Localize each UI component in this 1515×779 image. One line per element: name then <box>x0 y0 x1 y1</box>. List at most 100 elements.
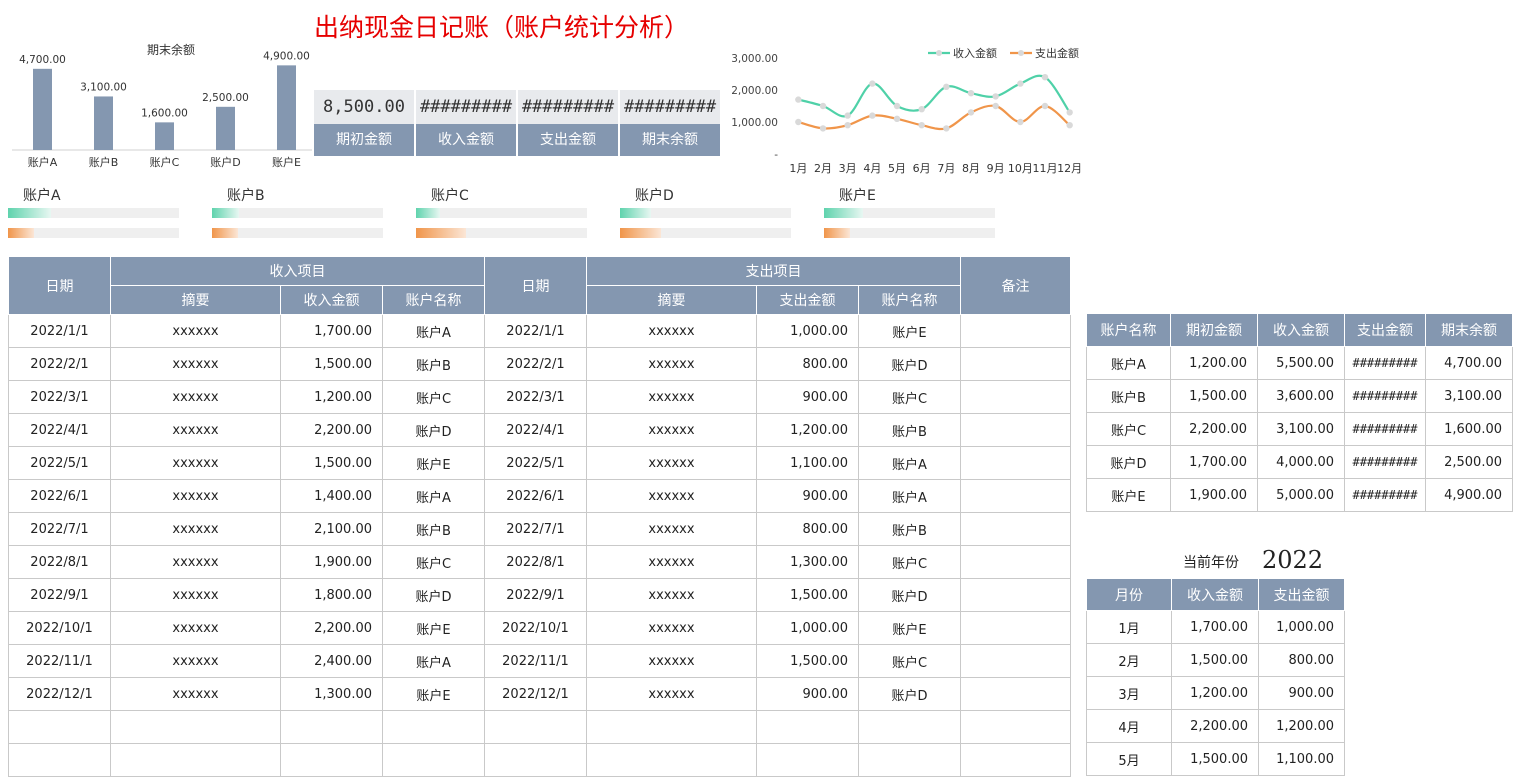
cell-income-date[interactable]: 2022/6/1 <box>8 479 111 513</box>
account-cell[interactable]: 2,500.00 <box>1425 445 1513 479</box>
monthly-cell[interactable]: 1月 <box>1086 610 1172 644</box>
account-cell[interactable]: 3,100.00 <box>1257 412 1345 446</box>
cell-expense-date[interactable]: 2022/7/1 <box>484 512 587 546</box>
monthly-cell[interactable]: 1,700.00 <box>1171 610 1259 644</box>
monthly-cell[interactable]: 4月 <box>1086 709 1172 743</box>
account-cell[interactable]: ######### <box>1344 412 1426 446</box>
cell-note[interactable] <box>960 743 1071 777</box>
account-cell[interactable]: 4,700.00 <box>1425 346 1513 380</box>
cell-expense-date[interactable]: 2022/5/1 <box>484 446 587 480</box>
account-cell[interactable]: ######### <box>1344 346 1426 380</box>
cell-note[interactable] <box>960 446 1071 480</box>
cell-expense-account[interactable]: 账户B <box>858 512 961 546</box>
cell-expense-summary[interactable]: xxxxxx <box>586 347 757 381</box>
cell-expense-summary[interactable]: xxxxxx <box>586 446 757 480</box>
cell-expense-summary[interactable]: xxxxxx <box>586 578 757 612</box>
cell-expense-date[interactable]: 2022/2/1 <box>484 347 587 381</box>
cell-expense-amount[interactable]: 800.00 <box>756 347 859 381</box>
cell-income-account[interactable]: 账户E <box>382 677 485 711</box>
cell-income-account[interactable]: 账户C <box>382 380 485 414</box>
cell-expense-date[interactable]: 2022/4/1 <box>484 413 587 447</box>
cell-income-amount[interactable]: 2,100.00 <box>280 512 383 546</box>
cell-income-summary[interactable]: xxxxxx <box>110 578 281 612</box>
cell-expense-summary[interactable]: xxxxxx <box>586 380 757 414</box>
cell-expense-date[interactable]: 2022/12/1 <box>484 677 587 711</box>
account-cell[interactable]: 账户C <box>1086 412 1171 446</box>
cell-expense-summary[interactable]: xxxxxx <box>586 545 757 579</box>
account-cell[interactable]: 1,500.00 <box>1170 379 1258 413</box>
cell-note[interactable] <box>960 512 1071 546</box>
cell-expense-amount[interactable]: 1,000.00 <box>756 314 859 348</box>
cell-income-summary[interactable]: xxxxxx <box>110 413 281 447</box>
cell-income-amount[interactable] <box>280 743 383 777</box>
cell-income-account[interactable]: 账户A <box>382 314 485 348</box>
cell-expense-account[interactable]: 账户C <box>858 644 961 678</box>
monthly-cell[interactable]: 1,200.00 <box>1258 709 1345 743</box>
cell-income-amount[interactable] <box>280 710 383 744</box>
account-cell[interactable]: 5,000.00 <box>1257 478 1345 512</box>
cell-expense-account[interactable]: 账户A <box>858 446 961 480</box>
cell-expense-date[interactable]: 2022/3/1 <box>484 380 587 414</box>
cell-expense-account[interactable]: 账户D <box>858 578 961 612</box>
cell-income-date[interactable]: 2022/11/1 <box>8 644 111 678</box>
cell-income-date[interactable]: 2022/9/1 <box>8 578 111 612</box>
cell-income-account[interactable] <box>382 710 485 744</box>
cell-income-date[interactable]: 2022/3/1 <box>8 380 111 414</box>
cell-expense-date[interactable] <box>484 710 587 744</box>
cell-note[interactable] <box>960 545 1071 579</box>
cell-expense-amount[interactable]: 800.00 <box>756 512 859 546</box>
cell-expense-summary[interactable]: xxxxxx <box>586 644 757 678</box>
cell-expense-account[interactable] <box>858 743 961 777</box>
monthly-cell[interactable]: 2,200.00 <box>1171 709 1259 743</box>
cell-expense-date[interactable]: 2022/11/1 <box>484 644 587 678</box>
cell-note[interactable] <box>960 314 1071 348</box>
account-cell[interactable]: 1,200.00 <box>1170 346 1258 380</box>
cell-income-summary[interactable]: xxxxxx <box>110 347 281 381</box>
cell-expense-date[interactable]: 2022/1/1 <box>484 314 587 348</box>
monthly-cell[interactable]: 1,500.00 <box>1171 742 1259 776</box>
cell-income-date[interactable]: 2022/12/1 <box>8 677 111 711</box>
account-cell[interactable]: 账户A <box>1086 346 1171 380</box>
cell-expense-date[interactable]: 2022/8/1 <box>484 545 587 579</box>
cell-expense-amount[interactable]: 1,100.00 <box>756 446 859 480</box>
cell-note[interactable] <box>960 380 1071 414</box>
account-cell[interactable]: ######### <box>1344 379 1426 413</box>
cell-expense-amount[interactable]: 1,500.00 <box>756 644 859 678</box>
cell-expense-summary[interactable]: xxxxxx <box>586 479 757 513</box>
account-cell[interactable]: 1,700.00 <box>1170 445 1258 479</box>
account-cell[interactable]: 4,900.00 <box>1425 478 1513 512</box>
cell-income-account[interactable]: 账户E <box>382 446 485 480</box>
cell-income-date[interactable]: 2022/7/1 <box>8 512 111 546</box>
cell-expense-account[interactable]: 账户A <box>858 479 961 513</box>
cell-expense-account[interactable]: 账户D <box>858 677 961 711</box>
cell-income-summary[interactable]: xxxxxx <box>110 611 281 645</box>
cell-expense-summary[interactable] <box>586 710 757 744</box>
cell-income-date[interactable]: 2022/8/1 <box>8 545 111 579</box>
cell-income-account[interactable]: 账户A <box>382 644 485 678</box>
cell-expense-amount[interactable]: 900.00 <box>756 380 859 414</box>
cell-income-amount[interactable]: 1,500.00 <box>280 347 383 381</box>
cell-income-summary[interactable]: xxxxxx <box>110 677 281 711</box>
cell-note[interactable] <box>960 611 1071 645</box>
monthly-cell[interactable]: 5月 <box>1086 742 1172 776</box>
monthly-cell[interactable]: 800.00 <box>1258 643 1345 677</box>
cell-expense-account[interactable] <box>858 710 961 744</box>
cell-income-account[interactable]: 账户C <box>382 545 485 579</box>
cell-note[interactable] <box>960 644 1071 678</box>
cell-income-account[interactable]: 账户B <box>382 347 485 381</box>
cell-expense-account[interactable]: 账户B <box>858 413 961 447</box>
monthly-cell[interactable]: 1,100.00 <box>1258 742 1345 776</box>
cell-note[interactable] <box>960 578 1071 612</box>
account-cell[interactable]: 2,200.00 <box>1170 412 1258 446</box>
cell-income-summary[interactable]: xxxxxx <box>110 446 281 480</box>
cell-income-summary[interactable]: xxxxxx <box>110 479 281 513</box>
account-cell[interactable]: 3,600.00 <box>1257 379 1345 413</box>
account-cell[interactable]: 账户E <box>1086 478 1171 512</box>
cell-income-date[interactable]: 2022/1/1 <box>8 314 111 348</box>
monthly-cell[interactable]: 1,500.00 <box>1171 643 1259 677</box>
account-cell[interactable]: 3,100.00 <box>1425 379 1513 413</box>
account-cell[interactable]: 账户B <box>1086 379 1171 413</box>
cell-income-account[interactable]: 账户B <box>382 512 485 546</box>
cell-expense-account[interactable]: 账户C <box>858 380 961 414</box>
monthly-cell[interactable]: 1,000.00 <box>1258 610 1345 644</box>
